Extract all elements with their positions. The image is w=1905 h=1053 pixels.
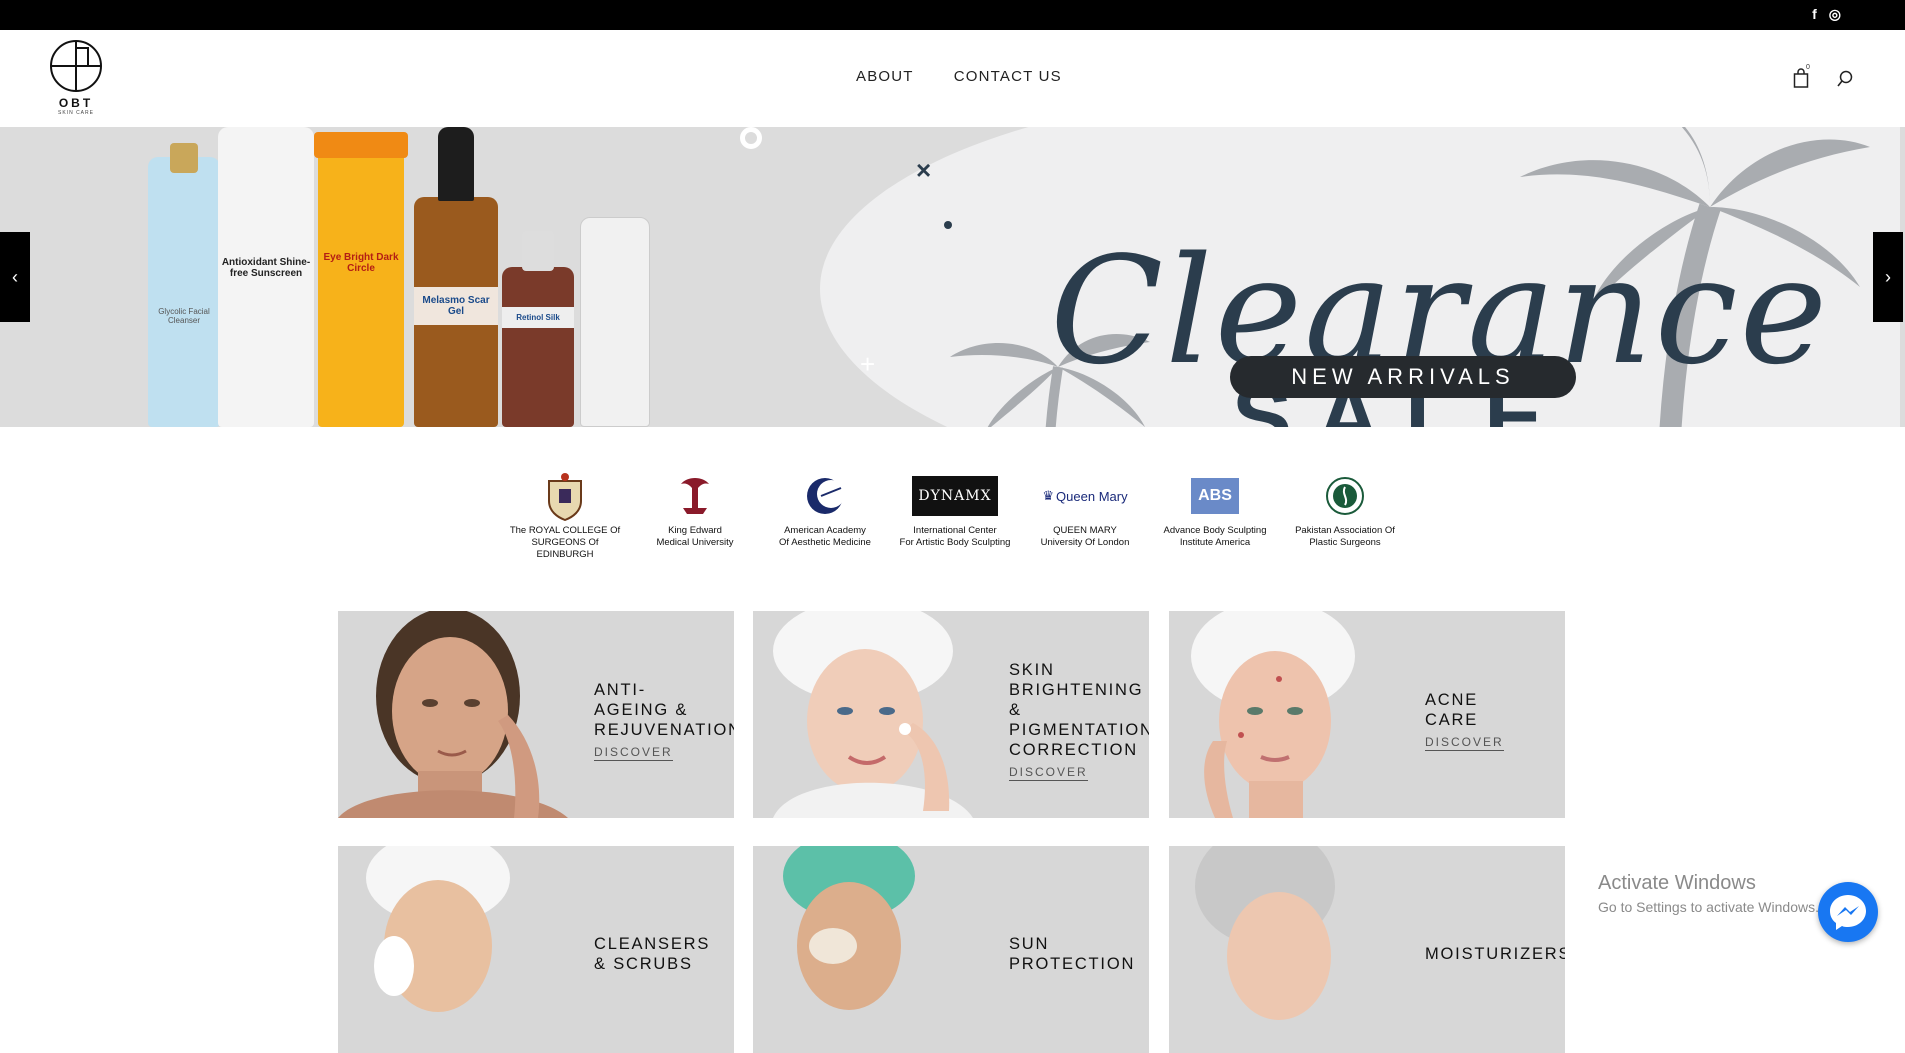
discover-link[interactable]: DISCOVER — [1425, 735, 1504, 751]
category-card-acne-care[interactable]: ACNE CARE DISCOVER — [1169, 611, 1565, 818]
category-title: SKIN BRIGHTENING & PIGMENTATION CORRECTI… — [1009, 661, 1149, 759]
search-icon[interactable] — [1836, 70, 1854, 88]
hero-slider[interactable]: × + Glycolic Facial Cleanser Antioxidant… — [0, 127, 1905, 427]
category-card-skin-brightening[interactable]: SKIN BRIGHTENING & PIGMENTATION CORRECTI… — [753, 611, 1149, 818]
category-card-moisturizers[interactable]: MOISTURIZERS — [1169, 846, 1565, 1053]
association-seal-icon — [1326, 477, 1364, 515]
category-title: ANTI- AGEING & REJUVENATION — [594, 681, 734, 739]
product-bottle: Retinol Silk — [502, 231, 574, 427]
logo-wordmark: OBT — [58, 96, 94, 110]
main-nav: ABOUT CONTACT US — [856, 68, 1062, 85]
product-bottle: Melasmo Scar Gel — [414, 127, 498, 427]
partner-logo: ♛ Queen Mary QUEEN MARY University Of Lo… — [1040, 488, 1130, 548]
slider-prev-button[interactable]: ‹ — [0, 232, 30, 322]
decor-x-icon: × — [916, 155, 932, 185]
academy-globe-icon — [807, 478, 845, 514]
model-photo — [753, 846, 983, 1053]
decor-ring — [740, 127, 762, 149]
partner-logo: DYNAMX International Center For Artistic… — [895, 470, 1015, 549]
product-bottle: Antioxidant Shine-free Sunscreen — [218, 127, 314, 427]
category-card-sun-protection[interactable]: SUN PROTECTION — [753, 846, 1149, 1053]
accreditation-logos: The ROYAL COLLEGE Of SURGEONS Of EDINBUR… — [505, 470, 1395, 560]
model-photo — [338, 611, 568, 818]
university-crest-icon — [681, 478, 709, 514]
model-photo — [753, 611, 983, 818]
decor-plus-icon: + — [860, 349, 876, 379]
slider-next-button[interactable]: › — [1873, 232, 1903, 322]
partner-logo: The ROYAL COLLEGE Of SURGEONS Of EDINBUR… — [505, 470, 625, 561]
crown-icon: ♛ — [1042, 488, 1055, 503]
discover-link[interactable]: DISCOVER — [594, 745, 673, 761]
model-photo — [338, 846, 568, 1053]
nav-contact-us[interactable]: CONTACT US — [954, 68, 1062, 85]
category-card-anti-ageing[interactable]: ANTI- AGEING & REJUVENATION DISCOVER — [338, 611, 734, 818]
messenger-chat-button[interactable] — [1818, 882, 1878, 942]
category-title: MOISTURIZERS — [1425, 945, 1565, 963]
partner-logo: King Edward Medical University — [635, 470, 755, 549]
category-card-cleansers[interactable]: CLEANSERS & SCRUBS — [338, 846, 734, 1053]
messenger-icon — [1830, 895, 1866, 930]
cart-count-badge: 0 — [1806, 64, 1810, 71]
crest-icon — [548, 473, 582, 521]
nav-about[interactable]: ABOUT — [856, 68, 914, 85]
dynamx-logo: DYNAMX — [912, 476, 998, 516]
product-bottle — [580, 217, 650, 427]
cart-icon[interactable] — [1793, 68, 1809, 88]
model-photo — [1169, 611, 1399, 818]
category-title: CLEANSERS & SCRUBS — [594, 935, 711, 973]
instagram-icon[interactable]: ◎ — [1829, 7, 1841, 21]
abs-logo: ABS — [1191, 478, 1239, 514]
discover-link[interactable]: DISCOVER — [1009, 765, 1088, 781]
facebook-icon[interactable]: f — [1812, 7, 1817, 21]
top-bar: f ◎ — [0, 0, 1905, 30]
product-bottles: Glycolic Facial Cleanser Antioxidant Shi… — [130, 127, 650, 427]
social-links: f ◎ — [1812, 7, 1841, 21]
partner-logo: ABS Advance Body Sculpting Institute Ame… — [1155, 470, 1275, 549]
logo-mark-icon — [50, 40, 102, 92]
decor-dot — [944, 221, 952, 229]
model-photo — [1169, 846, 1399, 1053]
site-logo[interactable]: OBT SKIN CARE — [48, 38, 104, 120]
product-bottle: Glycolic Facial Cleanser — [148, 143, 220, 427]
product-bottle: Eye Bright Dark Circle — [314, 132, 408, 427]
category-title: ACNE CARE — [1425, 691, 1479, 729]
partner-logo: American Academy Of Aesthetic Medicine — [765, 470, 885, 549]
activate-windows-watermark: Activate Windows Go to Settings to activ… — [1598, 872, 1819, 915]
new-arrivals-button[interactable]: NEW ARRIVALS — [1230, 356, 1576, 398]
logo-tagline: SKIN CARE — [58, 110, 94, 116]
partner-logo: Pakistan Association Of Plastic Surgeons — [1285, 470, 1405, 549]
site-header: OBT SKIN CARE ABOUT CONTACT US 0 — [0, 30, 1905, 127]
category-title: SUN PROTECTION — [1009, 935, 1136, 973]
